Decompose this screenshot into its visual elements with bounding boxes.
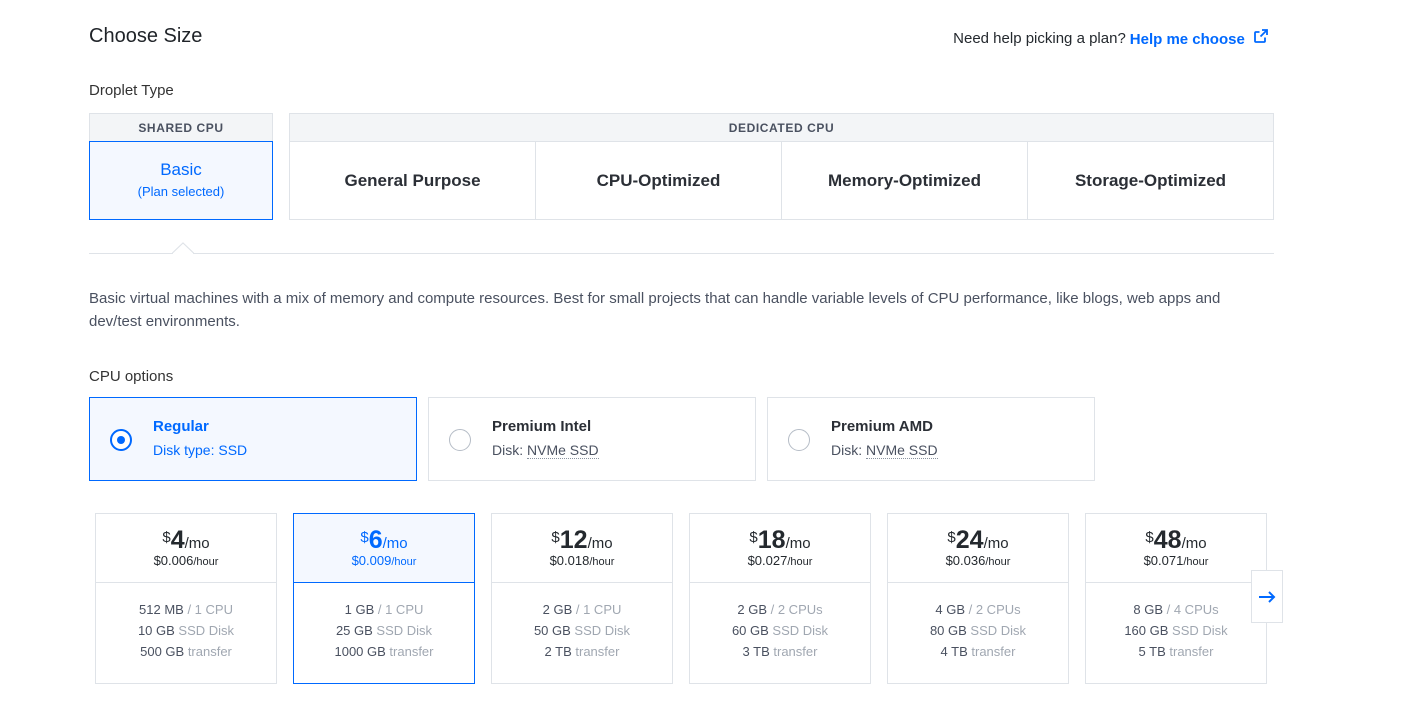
cpu-options-label: CPU options <box>89 368 174 385</box>
cpu-option-premium-intel[interactable]: Premium Intel Disk: NVMe SSD <box>428 397 756 481</box>
radio-unselected-icon[interactable] <box>449 429 471 451</box>
plan-card[interactable]: $6/mo $0.009/hour 1 GB / 1 CPU 25 GB SSD Di… <box>293 513 475 684</box>
cpu-option-disk: Disk: NVMe SSD <box>831 442 938 459</box>
cpu-option-premium-amd[interactable]: Premium AMD Disk: NVMe SSD <box>767 397 1095 481</box>
plan-description: Basic virtual machines with a mix of mem… <box>89 290 1221 330</box>
cpu-option-regular[interactable]: Regular Disk type: SSD <box>89 397 417 481</box>
page-title: Choose Size <box>89 25 203 47</box>
plan-memory-cpu: 4 GB / 2 CPUs <box>935 602 1021 617</box>
plan-monthly-price: $4/mo <box>162 526 210 554</box>
shared-cpu-header: SHARED CPU <box>89 113 273 141</box>
plan-monthly-price: $48/mo <box>1145 526 1207 554</box>
radio-unselected-icon[interactable] <box>788 429 810 451</box>
plan-disk: 60 GB SSD Disk <box>731 623 829 638</box>
droplet-type-basic[interactable]: Basic (Plan selected) <box>89 141 273 220</box>
plan-memory-cpu: 1 GB / 1 CPU <box>344 602 424 617</box>
cpu-option-disk: Disk type: SSD <box>153 442 248 458</box>
cpu-option-name: Premium Intel <box>492 418 592 435</box>
cpu-option-name: Premium AMD <box>831 418 933 435</box>
help-link-label: Help me choose <box>1129 31 1245 48</box>
plan-memory-cpu: 2 GB / 1 CPU <box>542 602 622 617</box>
plan-transfer: 500 GB transfer <box>140 644 232 659</box>
plan-transfer: 1000 GB transfer <box>334 644 434 659</box>
shared-cpu-group: SHARED CPU Basic (Plan selected) <box>89 113 273 220</box>
plan-disk: 80 GB SSD Disk <box>929 623 1027 638</box>
plan-card[interactable]: $18/mo $0.027/hour 2 GB / 2 CPUs 60 GB SSD … <box>689 513 871 684</box>
plan-selected-note: (Plan selected) <box>137 184 225 199</box>
plan-price-area: $48/mo $0.071/hour <box>1086 514 1266 583</box>
plan-transfer: 3 TB transfer <box>742 644 818 659</box>
caret-overlay <box>172 242 194 256</box>
disk-tooltip-trigger[interactable]: NVMe SSD <box>527 442 599 459</box>
arrow-right-icon <box>1259 590 1276 603</box>
droplet-type-memory-optimized[interactable]: Memory-Optimized <box>782 142 1028 219</box>
dedicated-options: General Purpose CPU-Optimized Memory-Opt… <box>289 141 1274 220</box>
plan-price-area: $6/mo $0.009/hour <box>294 514 474 583</box>
dedicated-cpu-group: DEDICATED CPU General Purpose CPU-Optimi… <box>289 113 1274 220</box>
plan-hourly-price: $0.036/hour <box>945 553 1011 568</box>
plan-specs: 512 MB / 1 CPU 10 GB SSD Disk 500 GB trans… <box>96 583 276 662</box>
disk-tooltip-trigger[interactable]: NVMe SSD <box>866 442 938 459</box>
cpu-option-disk: Disk: NVMe SSD <box>492 442 599 459</box>
droplet-type-general-purpose[interactable]: General Purpose <box>290 142 536 219</box>
plan-card[interactable]: $48/mo $0.071/hour 8 GB / 4 CPUs 160 GB SSD… <box>1085 513 1267 684</box>
plan-price-area: $4/mo $0.006/hour <box>96 514 276 583</box>
plan-disk: 50 GB SSD Disk <box>533 623 631 638</box>
plan-hourly-price: $0.071/hour <box>1143 553 1209 568</box>
section-divider <box>89 253 1274 254</box>
droplet-type-label: Droplet Type <box>89 82 174 99</box>
plan-monthly-price: $12/mo <box>551 526 613 554</box>
plan-price-area: $18/mo $0.027/hour <box>690 514 870 583</box>
plan-price-area: $24/mo $0.036/hour <box>888 514 1068 583</box>
plan-specs: 1 GB / 1 CPU 25 GB SSD Disk 1000 GB transf… <box>294 583 474 662</box>
plan-transfer: 5 TB transfer <box>1138 644 1214 659</box>
plan-memory-cpu: 8 GB / 4 CPUs <box>1133 602 1219 617</box>
basic-label: Basic <box>160 160 202 179</box>
plan-memory-cpu: 2 GB / 2 CPUs <box>737 602 823 617</box>
plan-card[interactable]: $24/mo $0.036/hour 4 GB / 2 CPUs 80 GB SSD … <box>887 513 1069 684</box>
plan-price-area: $12/mo $0.018/hour <box>492 514 672 583</box>
plan-monthly-price: $18/mo <box>749 526 811 554</box>
help-me-choose-link[interactable]: Help me choose <box>1130 28 1269 48</box>
plan-specs: 4 GB / 2 CPUs 80 GB SSD Disk 4 TB transfer <box>888 583 1068 662</box>
plan-hourly-price: $0.006/hour <box>153 553 219 568</box>
plan-card[interactable]: $4/mo $0.006/hour 512 MB / 1 CPU 10 GB SSD … <box>95 513 277 684</box>
plan-hourly-price: $0.018/hour <box>549 553 615 568</box>
plan-hourly-price: $0.027/hour <box>747 553 813 568</box>
plan-disk: 10 GB SSD Disk <box>137 623 235 638</box>
plan-specs: 2 GB / 1 CPU 50 GB SSD Disk 2 TB transfer <box>492 583 672 662</box>
help-prompt: Need help picking a plan? Help me choose <box>953 28 1269 48</box>
plan-disk: 25 GB SSD Disk <box>335 623 433 638</box>
plan-monthly-price: $24/mo <box>947 526 1009 554</box>
plan-transfer: 4 TB transfer <box>940 644 1016 659</box>
plan-specs: 2 GB / 2 CPUs 60 GB SSD Disk 3 TB transfer <box>690 583 870 662</box>
radio-selected-icon[interactable] <box>110 429 132 451</box>
plan-memory-cpu: 512 MB / 1 CPU <box>139 602 233 617</box>
plan-disk: 160 GB SSD Disk <box>1124 623 1228 638</box>
plan-card[interactable]: $12/mo $0.018/hour 2 GB / 1 CPU 50 GB SSD D… <box>491 513 673 684</box>
help-text: Need help picking a plan? <box>953 29 1126 47</box>
next-plans-button[interactable] <box>1251 570 1283 623</box>
plan-monthly-price: $6/mo <box>360 526 408 554</box>
external-link-icon <box>1254 29 1268 43</box>
cpu-option-name: Regular <box>153 418 209 435</box>
plan-hourly-price: $0.009/hour <box>351 553 417 568</box>
dedicated-cpu-header: DEDICATED CPU <box>289 113 1274 141</box>
droplet-type-storage-optimized[interactable]: Storage-Optimized <box>1028 142 1273 219</box>
droplet-type-cpu-optimized[interactable]: CPU-Optimized <box>536 142 782 219</box>
plan-transfer: 2 TB transfer <box>544 644 620 659</box>
plan-specs: 8 GB / 4 CPUs 160 GB SSD Disk 5 TB transfe… <box>1086 583 1266 662</box>
